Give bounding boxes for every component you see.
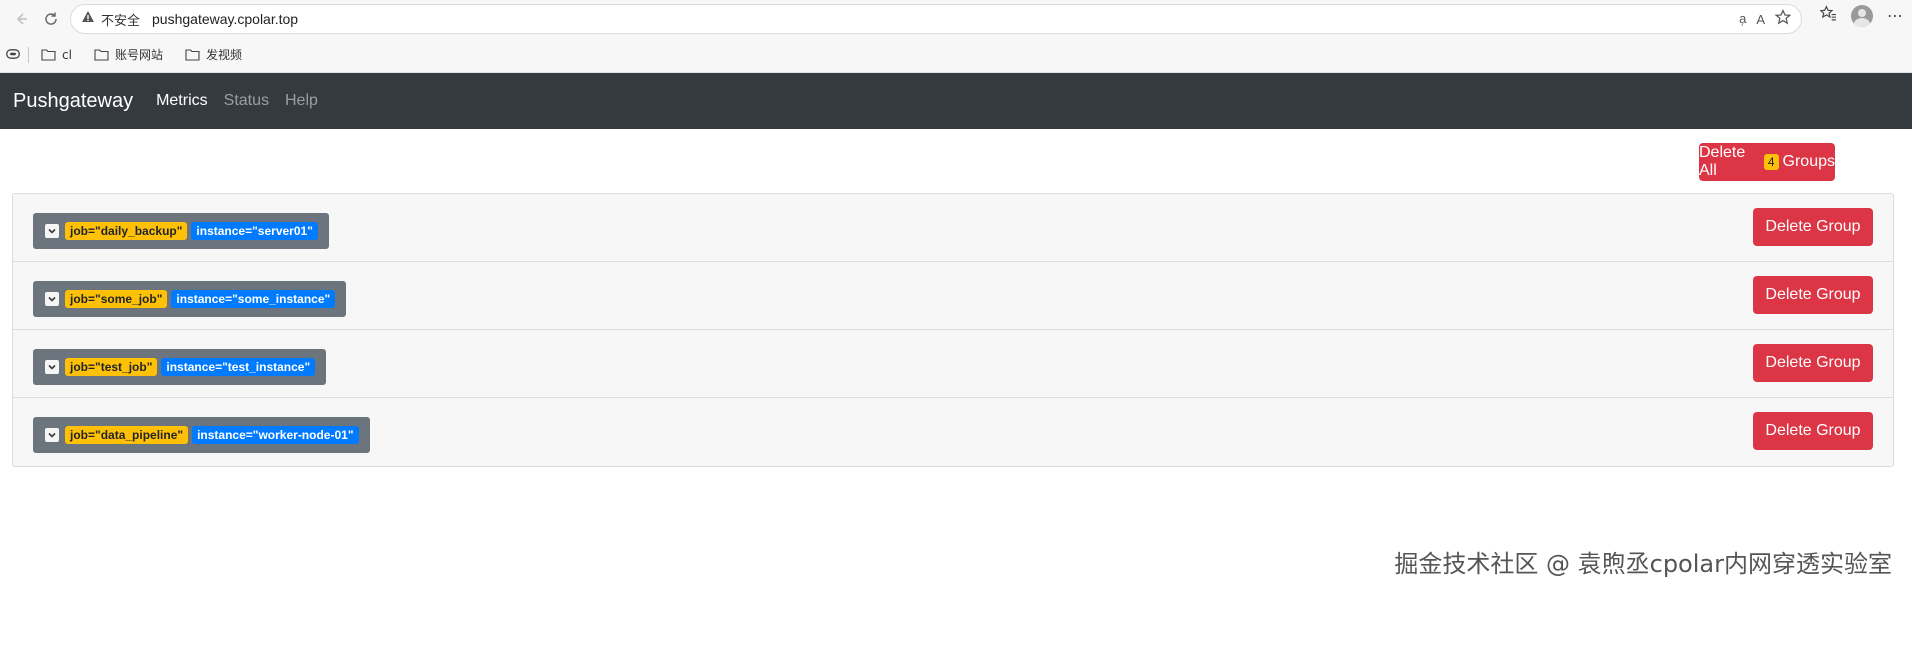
app-navbar: Pushgateway Metrics Status Help [0,73,1912,129]
refresh-icon[interactable] [38,6,64,32]
group-header-toggle[interactable]: job="test_job" instance="test_instance" [33,349,327,385]
delete-group-button[interactable]: Delete Group [1753,208,1873,246]
bookmark-folder-accounts[interactable]: 账号网站 [94,46,163,63]
url-text[interactable]: pushgateway.cpolar.top [152,11,298,27]
delete-group-button[interactable]: Delete Group [1753,344,1873,382]
group-list: job="daily_backup" instance="server01" D… [12,193,1894,467]
group-row: job="some_job" instance="some_instance" … [13,262,1893,330]
nav-help[interactable]: Help [285,92,318,110]
bookmark-separator [28,46,29,63]
bookmark-label: 发视频 [205,48,242,62]
folder-icon [41,49,56,61]
group-row: job="daily_backup" instance="server01" D… [13,194,1893,262]
instance-label: instance="some_instance" [171,290,336,308]
profile-avatar[interactable] [1851,5,1873,27]
folder-icon [94,49,109,61]
bookmark-label: 账号网站 [114,48,163,62]
expand-toggle-icon[interactable] [45,360,59,374]
instance-label: instance="server01" [191,222,318,240]
delete-group-button[interactable]: Delete Group [1753,412,1873,450]
main-content: Delete All 4 Groups job="daily_backup" i… [0,129,1912,599]
translate-icon[interactable]: a᷊ [1739,11,1746,27]
nav-metrics[interactable]: Metrics [156,92,208,110]
bookmark-folder-video[interactable]: 发视频 [185,46,242,63]
expand-toggle-icon[interactable] [45,292,59,306]
favorite-star-icon[interactable] [1774,8,1792,30]
read-aloud-icon[interactable]: A [1756,12,1765,27]
group-count-badge: 4 [1763,154,1779,170]
more-menu-icon[interactable]: ⋯ [1887,6,1904,26]
bookmark-label: cl [62,47,72,62]
warning-icon [81,10,95,29]
browser-toolbar: 不安全 pushgateway.cpolar.top a᷊ A ⋯ [0,0,1912,37]
job-label: job="daily_backup" [65,222,188,240]
group-header-toggle[interactable]: job="some_job" instance="some_instance" [33,281,347,317]
nav-status[interactable]: Status [224,92,269,110]
security-warning[interactable]: 不安全 [101,10,140,29]
brand-link[interactable]: Pushgateway [13,90,133,113]
job-label: job="some_job" [65,290,168,308]
expand-toggle-icon[interactable] [45,224,59,238]
address-bar[interactable]: 不安全 pushgateway.cpolar.top a᷊ A [70,4,1802,34]
folder-icon [185,49,200,61]
bookmarks-bar: cl 账号网站 发视频 [0,37,1912,73]
bookmark-folder-cl[interactable]: cl [41,48,72,62]
instance-label: instance="worker-node-01" [192,426,359,444]
group-header-toggle[interactable]: job="data_pipeline" instance="worker-nod… [33,417,370,453]
expand-toggle-icon[interactable] [45,428,59,442]
watermark-text: 掘金技术社区 @ 袁煦丞cpolar内网穿透实验室 [1394,550,1892,578]
group-header-toggle[interactable]: job="daily_backup" instance="server01" [33,213,329,249]
delete-all-label: Delete All [1699,144,1746,179]
group-row: job="test_job" instance="test_instance" … [13,330,1893,398]
groups-label: Groups [1782,153,1835,170]
job-label: job="data_pipeline" [65,426,189,444]
collections-icon[interactable] [6,48,20,62]
instance-label: instance="test_instance" [161,358,316,376]
delete-group-button[interactable]: Delete Group [1753,276,1873,314]
back-icon[interactable] [8,6,34,32]
favorites-icon[interactable] [1819,5,1837,27]
job-label: job="test_job" [65,358,158,376]
delete-all-groups-button[interactable]: Delete All 4 Groups [1699,143,1835,181]
group-row: job="data_pipeline" instance="worker-nod… [13,398,1893,466]
